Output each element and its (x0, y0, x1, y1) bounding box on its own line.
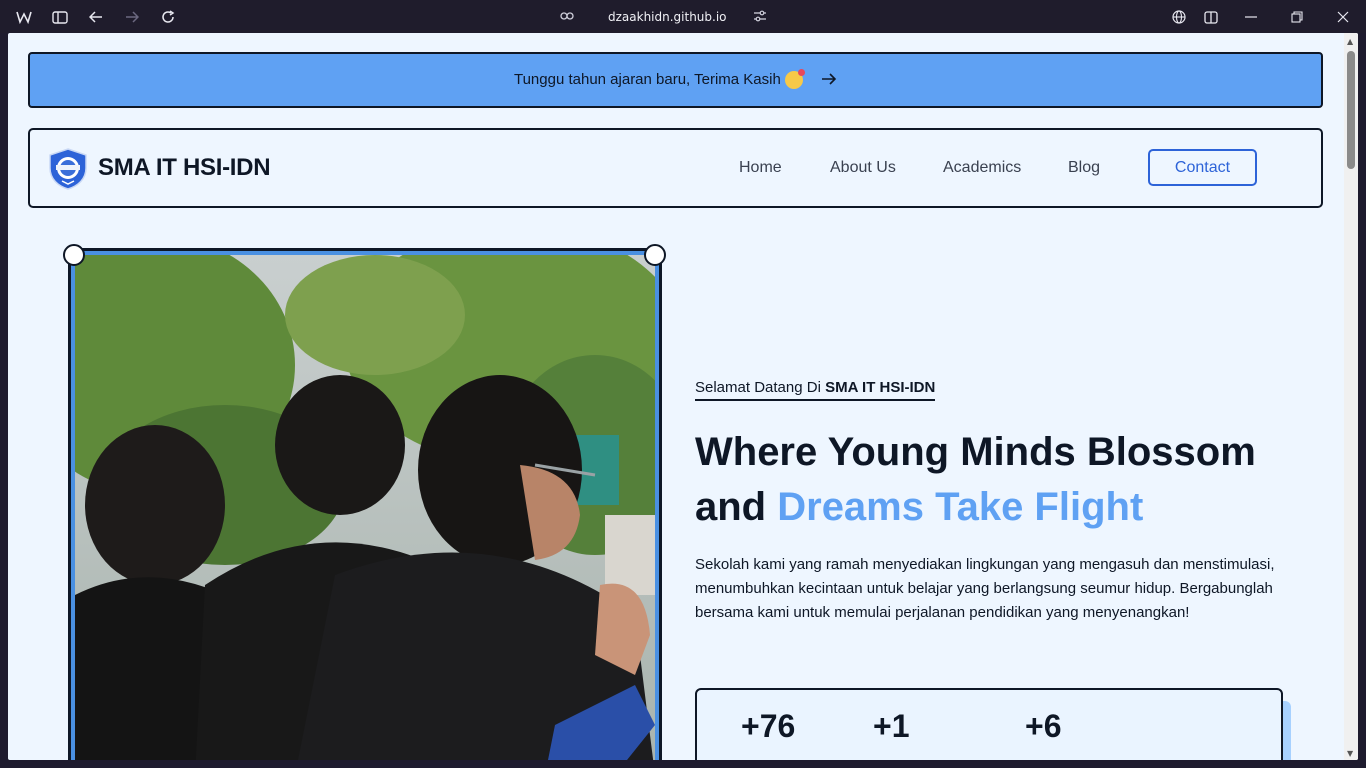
kiss-emoji-icon (785, 69, 805, 90)
arrow-right-icon[interactable] (821, 70, 837, 91)
stat-value-1: +76 (741, 708, 796, 744)
nav-link-blog[interactable]: Blog (1068, 159, 1100, 177)
announcement-banner[interactable]: Tunggu tahun ajaran baru, Terima Kasih (28, 52, 1323, 108)
restore-icon[interactable] (1287, 7, 1307, 27)
workspaces-icon[interactable] (14, 7, 34, 27)
link-icon (560, 10, 574, 24)
scroll-down-icon[interactable]: ▼ (1347, 749, 1353, 758)
school-logo[interactable] (48, 148, 88, 190)
browser-toolbar: dzaakhidn.github.io (0, 0, 1366, 33)
address-bar[interactable]: dzaakhidn.github.io (560, 7, 767, 27)
contact-button[interactable]: Contact (1148, 149, 1257, 186)
navbar: SMA IT HSI-IDN Home About Us Academics B… (28, 128, 1323, 208)
minimize-icon[interactable] (1241, 7, 1261, 27)
page-scrollbar[interactable]: ▲ ▼ (1344, 33, 1358, 760)
headline-line-1: Where Young Minds Blossom (695, 430, 1256, 474)
nav-link-home[interactable]: Home (739, 159, 782, 177)
stat-value-2: +1 (873, 708, 910, 744)
headline-accent: Dreams Take Flight (777, 485, 1144, 529)
hero-description: Sekolah kami yang ramah menyediakan ling… (695, 556, 1275, 621)
brand-name[interactable]: SMA IT HSI-IDN (98, 154, 271, 182)
eyebrow-school-name: SMA IT HSI-IDN (825, 379, 936, 396)
nav-link-academics[interactable]: Academics (943, 159, 1021, 177)
close-icon[interactable] (1333, 7, 1353, 27)
split-view-icon[interactable] (1201, 7, 1221, 27)
page-viewport: Tunggu tahun ajaran baru, Terima Kasih S… (8, 33, 1358, 760)
refresh-icon[interactable] (158, 7, 178, 27)
eyebrow-prefix: Selamat Datang Di (695, 379, 826, 396)
hero-photo (75, 255, 655, 760)
translate-icon[interactable] (1169, 7, 1189, 27)
site-settings-icon[interactable] (753, 10, 767, 25)
stats-card: +76 +1 +6 (695, 688, 1283, 760)
sidebar-icon[interactable] (50, 7, 70, 27)
crop-handle-top-right[interactable] (644, 244, 666, 266)
stat-value-3: +6 (1025, 708, 1062, 744)
hero-photo-frame (68, 248, 662, 760)
nav-link-about-us[interactable]: About Us (830, 159, 896, 177)
headline-and: and (695, 485, 778, 529)
scroll-up-icon[interactable]: ▲ (1347, 37, 1353, 46)
hero-eyebrow: Selamat Datang Di SMA IT HSI-IDN (695, 379, 936, 401)
scrollbar-thumb[interactable] (1347, 51, 1355, 169)
announcement-text: Tunggu tahun ajaran baru, Terima Kasih (513, 70, 781, 88)
crop-handle-top-left[interactable] (63, 244, 85, 266)
back-icon[interactable] (86, 7, 106, 27)
forward-icon[interactable] (122, 7, 142, 27)
hero-headline: Where Young Minds Blossom and Dreams Tak… (695, 425, 1315, 535)
url-text: dzaakhidn.github.io (608, 10, 727, 24)
